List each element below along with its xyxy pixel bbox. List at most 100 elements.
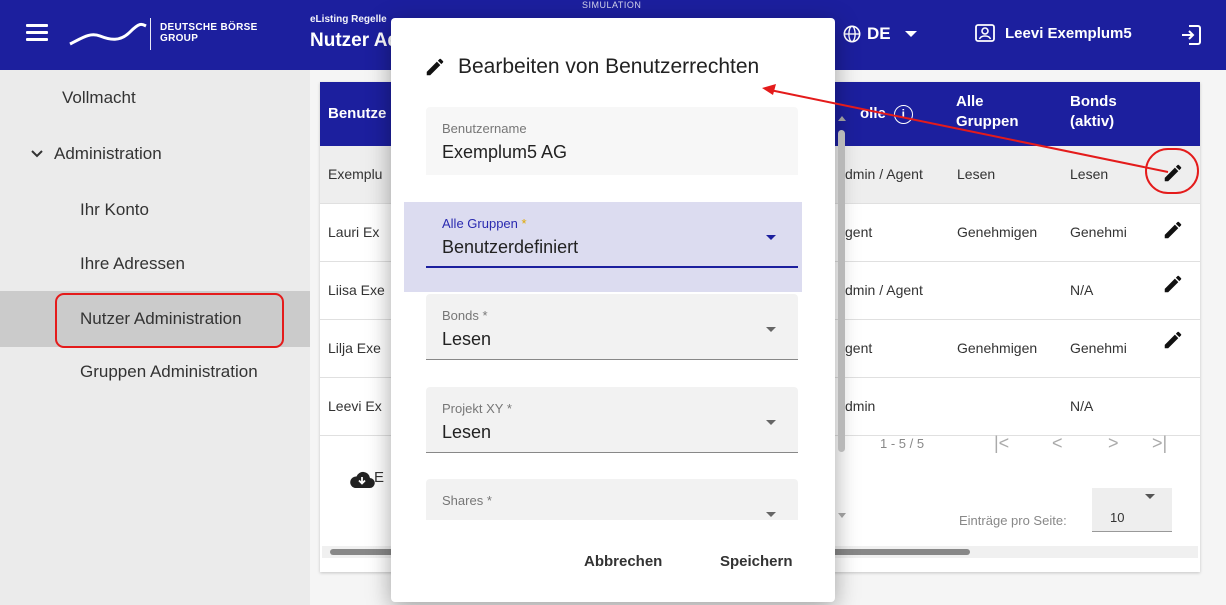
scroll-down-icon[interactable] — [838, 513, 846, 518]
sidebar-item-gruppen-administration[interactable]: Gruppen Administration — [0, 344, 310, 400]
logo-separator — [150, 18, 151, 50]
user-badge-icon — [975, 24, 995, 42]
cancel-button[interactable]: Abbrechen — [584, 553, 662, 570]
field-underline — [426, 452, 798, 453]
portal-name: eListing Regelle — [310, 14, 387, 25]
cell-groups: Genehmigen — [957, 224, 1038, 240]
project-value: Lesen — [442, 422, 492, 442]
sidebar-item-ihre-adressen[interactable]: Ihre Adressen — [0, 236, 310, 292]
first-page-button[interactable]: |< — [994, 433, 1009, 454]
logo-text: DEUTSCHE BÖRSE GROUP — [160, 22, 258, 44]
bonds-label: Bonds * — [442, 308, 488, 323]
field-underline — [426, 359, 798, 360]
required-mark: * — [486, 493, 492, 508]
cell-role: dmin / Agent — [845, 166, 923, 182]
sidebar-item-vollmacht[interactable]: Vollmacht — [0, 70, 310, 126]
sidebar-item-administration[interactable]: Administration — [0, 126, 310, 182]
sidebar-item-label: Vollmacht — [62, 88, 136, 107]
required-mark: * — [506, 401, 512, 416]
cell-user: Lauri Ex — [328, 224, 380, 240]
caret-down-icon — [766, 327, 776, 332]
chevron-down-icon — [31, 150, 43, 158]
project-xy-select[interactable]: Projekt XY * Lesen — [426, 387, 798, 453]
page-title: Nutzer Ad — [310, 30, 400, 51]
menu-icon[interactable] — [26, 24, 48, 44]
shares-label: Shares * — [442, 493, 492, 508]
sidebar-item-label: Ihre Adressen — [80, 254, 185, 273]
pagination-range: 1 - 5 / 5 — [880, 436, 925, 451]
scroll-up-icon[interactable] — [838, 116, 846, 121]
pencil-icon — [426, 58, 444, 76]
pencil-icon[interactable] — [1162, 329, 1184, 351]
language-label: DE — [867, 24, 891, 43]
required-mark: * — [521, 216, 527, 231]
annotation-highlight-sidebar — [55, 293, 284, 348]
cell-user: Liisa Exe — [328, 282, 385, 298]
column-header-all-groups[interactable]: Alle Gruppen — [956, 92, 1036, 132]
caret-down-icon — [766, 235, 776, 240]
dialog-title-text: Bearbeiten von Benutzerrechten — [458, 55, 760, 78]
cell-bonds: Genehmi — [1070, 340, 1127, 356]
pencil-icon[interactable] — [1162, 273, 1184, 295]
export-button-label[interactable]: E — [374, 469, 384, 486]
username-value: Exemplum5 AG — [442, 142, 568, 162]
column-header-role[interactable]: olle i — [860, 104, 913, 124]
all-groups-select[interactable]: Alle Gruppen * Benutzerdefiniert — [426, 202, 798, 268]
language-selector[interactable]: DE — [843, 24, 917, 44]
next-page-button[interactable]: > — [1108, 433, 1119, 454]
previous-page-button[interactable]: < — [1052, 433, 1063, 454]
cell-bonds: Lesen — [1070, 166, 1109, 182]
username-label: Benutzername — [442, 121, 527, 136]
cell-role: dmin — [845, 398, 876, 414]
cell-user: Leevi Ex — [328, 398, 382, 414]
user-menu[interactable]: Leevi Exemplum5 — [975, 24, 1132, 42]
cell-user: Exemplu — [328, 166, 383, 182]
simulation-label: SIMULATION — [582, 0, 642, 10]
logo-line2: GROUP — [160, 33, 199, 44]
logo-line1: DEUTSCHE BÖRSE — [160, 22, 258, 33]
caret-down-icon — [766, 420, 776, 425]
cell-role: dmin / Agent — [845, 282, 923, 298]
cell-role: gent — [845, 340, 873, 356]
column-header-bonds[interactable]: Bonds (aktiv) — [1070, 92, 1140, 132]
per-page-value: 10 — [1110, 510, 1125, 525]
required-mark: * — [482, 308, 488, 323]
bonds-select[interactable]: Bonds * Lesen — [426, 294, 798, 360]
save-button[interactable]: Speichern — [720, 553, 793, 570]
column-header-role-label: olle — [860, 105, 886, 122]
dialog-vertical-scrollbar[interactable] — [836, 112, 848, 522]
all-groups-value: Benutzerdefiniert — [442, 237, 579, 257]
cell-groups: Genehmigen — [957, 340, 1038, 356]
dialog-title: Bearbeiten von Benutzerrechten — [424, 55, 759, 79]
project-label: Projekt XY * — [442, 401, 512, 416]
caret-down-icon — [766, 512, 776, 517]
sidebar-item-label: Ihr Konto — [80, 200, 149, 219]
logout-icon[interactable] — [1180, 24, 1202, 46]
user-name: Leevi Exemplum5 — [1005, 24, 1132, 42]
sidebar-item-label: Gruppen Administration — [80, 362, 258, 381]
sidebar-item-ihr-konto[interactable]: Ihr Konto — [0, 182, 310, 238]
per-page-select[interactable] — [1092, 488, 1172, 532]
info-icon[interactable]: i — [893, 104, 913, 124]
pencil-icon[interactable] — [1162, 219, 1184, 241]
column-header-user[interactable]: Benutze — [328, 104, 386, 124]
field-underline — [426, 266, 798, 268]
cell-groups: Lesen — [957, 166, 996, 182]
annotation-highlight-edit — [1145, 148, 1199, 194]
cell-bonds: N/A — [1070, 398, 1094, 414]
shares-select[interactable]: Shares * — [426, 479, 798, 520]
last-page-button[interactable]: >| — [1152, 433, 1167, 454]
bonds-label-text: Bonds — [442, 308, 479, 323]
cloud-download-icon[interactable] — [349, 470, 375, 490]
scrollbar-thumb[interactable] — [838, 130, 845, 452]
cell-user: Lilja Exe — [328, 340, 381, 356]
cell-bonds: Genehmi — [1070, 224, 1127, 240]
caret-down-icon — [904, 31, 917, 37]
per-page-label: Einträge pro Seite: — [959, 513, 1067, 528]
all-groups-label: Alle Gruppen * — [442, 216, 527, 231]
sidebar-item-label: Administration — [54, 144, 162, 163]
username-field: Benutzername Exemplum5 AG — [426, 107, 798, 175]
bonds-value: Lesen — [442, 329, 492, 349]
cell-role: gent — [845, 224, 873, 240]
caret-down-icon — [1145, 494, 1155, 499]
